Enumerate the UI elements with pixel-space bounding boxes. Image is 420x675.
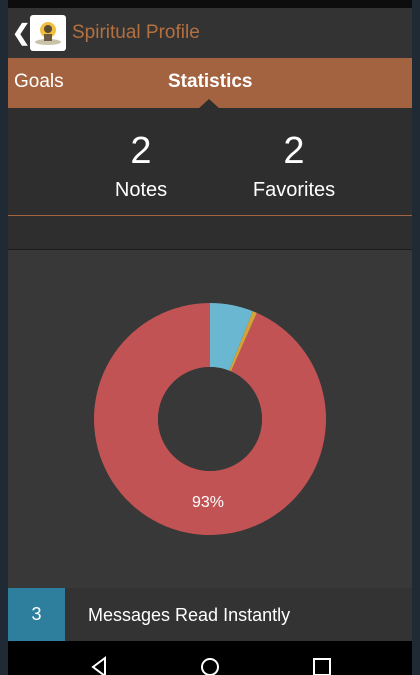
- notes-count: 2: [130, 130, 152, 172]
- favorites-count: 2: [283, 130, 305, 172]
- donut-hole: [158, 367, 262, 471]
- notes-label: Notes: [114, 179, 168, 201]
- tab-statistics[interactable]: Statistics: [168, 71, 252, 93]
- active-tab-indicator: [198, 99, 220, 109]
- messages-read-count: 3: [8, 588, 65, 641]
- home-circle-icon[interactable]: [198, 655, 222, 675]
- stats-divider: [8, 215, 412, 216]
- app-bar: ❮ Spiritual Profile: [8, 8, 412, 58]
- messages-read-label: Messages Read Instantly: [88, 605, 291, 625]
- speaker-logo-icon[interactable]: [30, 15, 66, 51]
- donut-chart: 93%: [93, 303, 326, 535]
- navigation-bar: [8, 641, 412, 675]
- messages-read-row[interactable]: 3 Messages Read Instantly: [8, 588, 412, 641]
- status-bar: [8, 0, 412, 8]
- back-chevron-icon[interactable]: ❮: [12, 22, 30, 44]
- tab-goals[interactable]: Goals: [14, 71, 64, 93]
- phone-screen: ❮ Spiritual Profile Goals Statistics 2 N…: [0, 0, 420, 675]
- recents-square-icon[interactable]: [310, 655, 334, 675]
- donut-data-label: 93%: [192, 494, 224, 511]
- favorites-label: Favorites: [252, 179, 336, 201]
- back-triangle-icon[interactable]: [88, 655, 112, 675]
- app-title: Spiritual Profile: [72, 22, 200, 43]
- chart-area: 93%: [8, 250, 412, 588]
